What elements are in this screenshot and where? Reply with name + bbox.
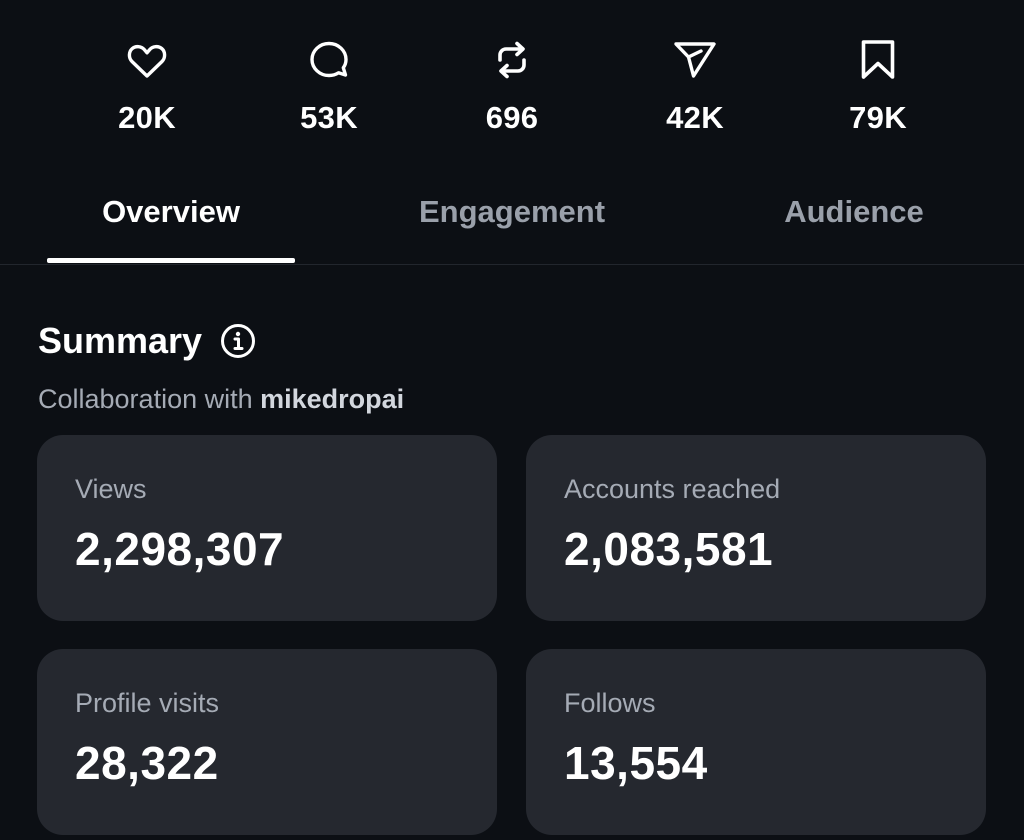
engagement-stats: 20K 53K 696 42K 79K <box>0 36 1024 146</box>
card-value: 13,554 <box>564 737 708 789</box>
saves-stat[interactable]: 79K <box>808 36 948 146</box>
follows-card[interactable]: Follows 13,554 <box>526 649 986 835</box>
tab-overview[interactable]: Overview <box>47 172 295 264</box>
comment-icon <box>305 36 353 84</box>
reposts-count: 696 <box>485 100 539 135</box>
collaboration-prefix: Collaboration with <box>38 384 253 414</box>
heart-icon <box>123 36 171 84</box>
collaborator-username[interactable]: mikedropai <box>260 384 404 414</box>
active-tab-indicator <box>47 258 295 263</box>
card-value: 28,322 <box>75 737 219 789</box>
likes-stat[interactable]: 20K <box>77 36 217 146</box>
insights-tabs: Overview Engagement Audience <box>0 172 1024 265</box>
saves-count: 79K <box>849 100 907 135</box>
likes-count: 20K <box>118 100 176 135</box>
tab-engagement[interactable]: Engagement <box>390 172 634 264</box>
bookmark-icon <box>854 36 902 84</box>
shares-count: 42K <box>666 100 724 135</box>
info-icon[interactable] <box>220 323 256 359</box>
share-icon <box>671 36 719 84</box>
card-label: Profile visits <box>75 688 220 718</box>
card-label: Accounts reached <box>564 474 781 504</box>
card-label: Views <box>75 474 147 504</box>
views-card[interactable]: Views 2,298,307 <box>37 435 497 621</box>
summary-header: Summary <box>38 320 256 362</box>
card-label: Follows <box>564 688 656 718</box>
profile-visits-card[interactable]: Profile visits 28,322 <box>37 649 497 835</box>
tab-audience[interactable]: Audience <box>740 172 968 264</box>
card-value: 2,298,307 <box>75 523 285 575</box>
repost-icon <box>488 36 536 84</box>
comments-count: 53K <box>300 100 358 135</box>
collaboration-note: Collaboration with mikedropai <box>38 384 404 415</box>
comments-stat[interactable]: 53K <box>259 36 399 146</box>
summary-title: Summary <box>38 320 203 361</box>
card-value: 2,083,581 <box>564 523 774 575</box>
shares-stat[interactable]: 42K <box>625 36 765 146</box>
accounts-reached-card[interactable]: Accounts reached 2,083,581 <box>526 435 986 621</box>
reposts-stat[interactable]: 696 <box>442 36 582 146</box>
